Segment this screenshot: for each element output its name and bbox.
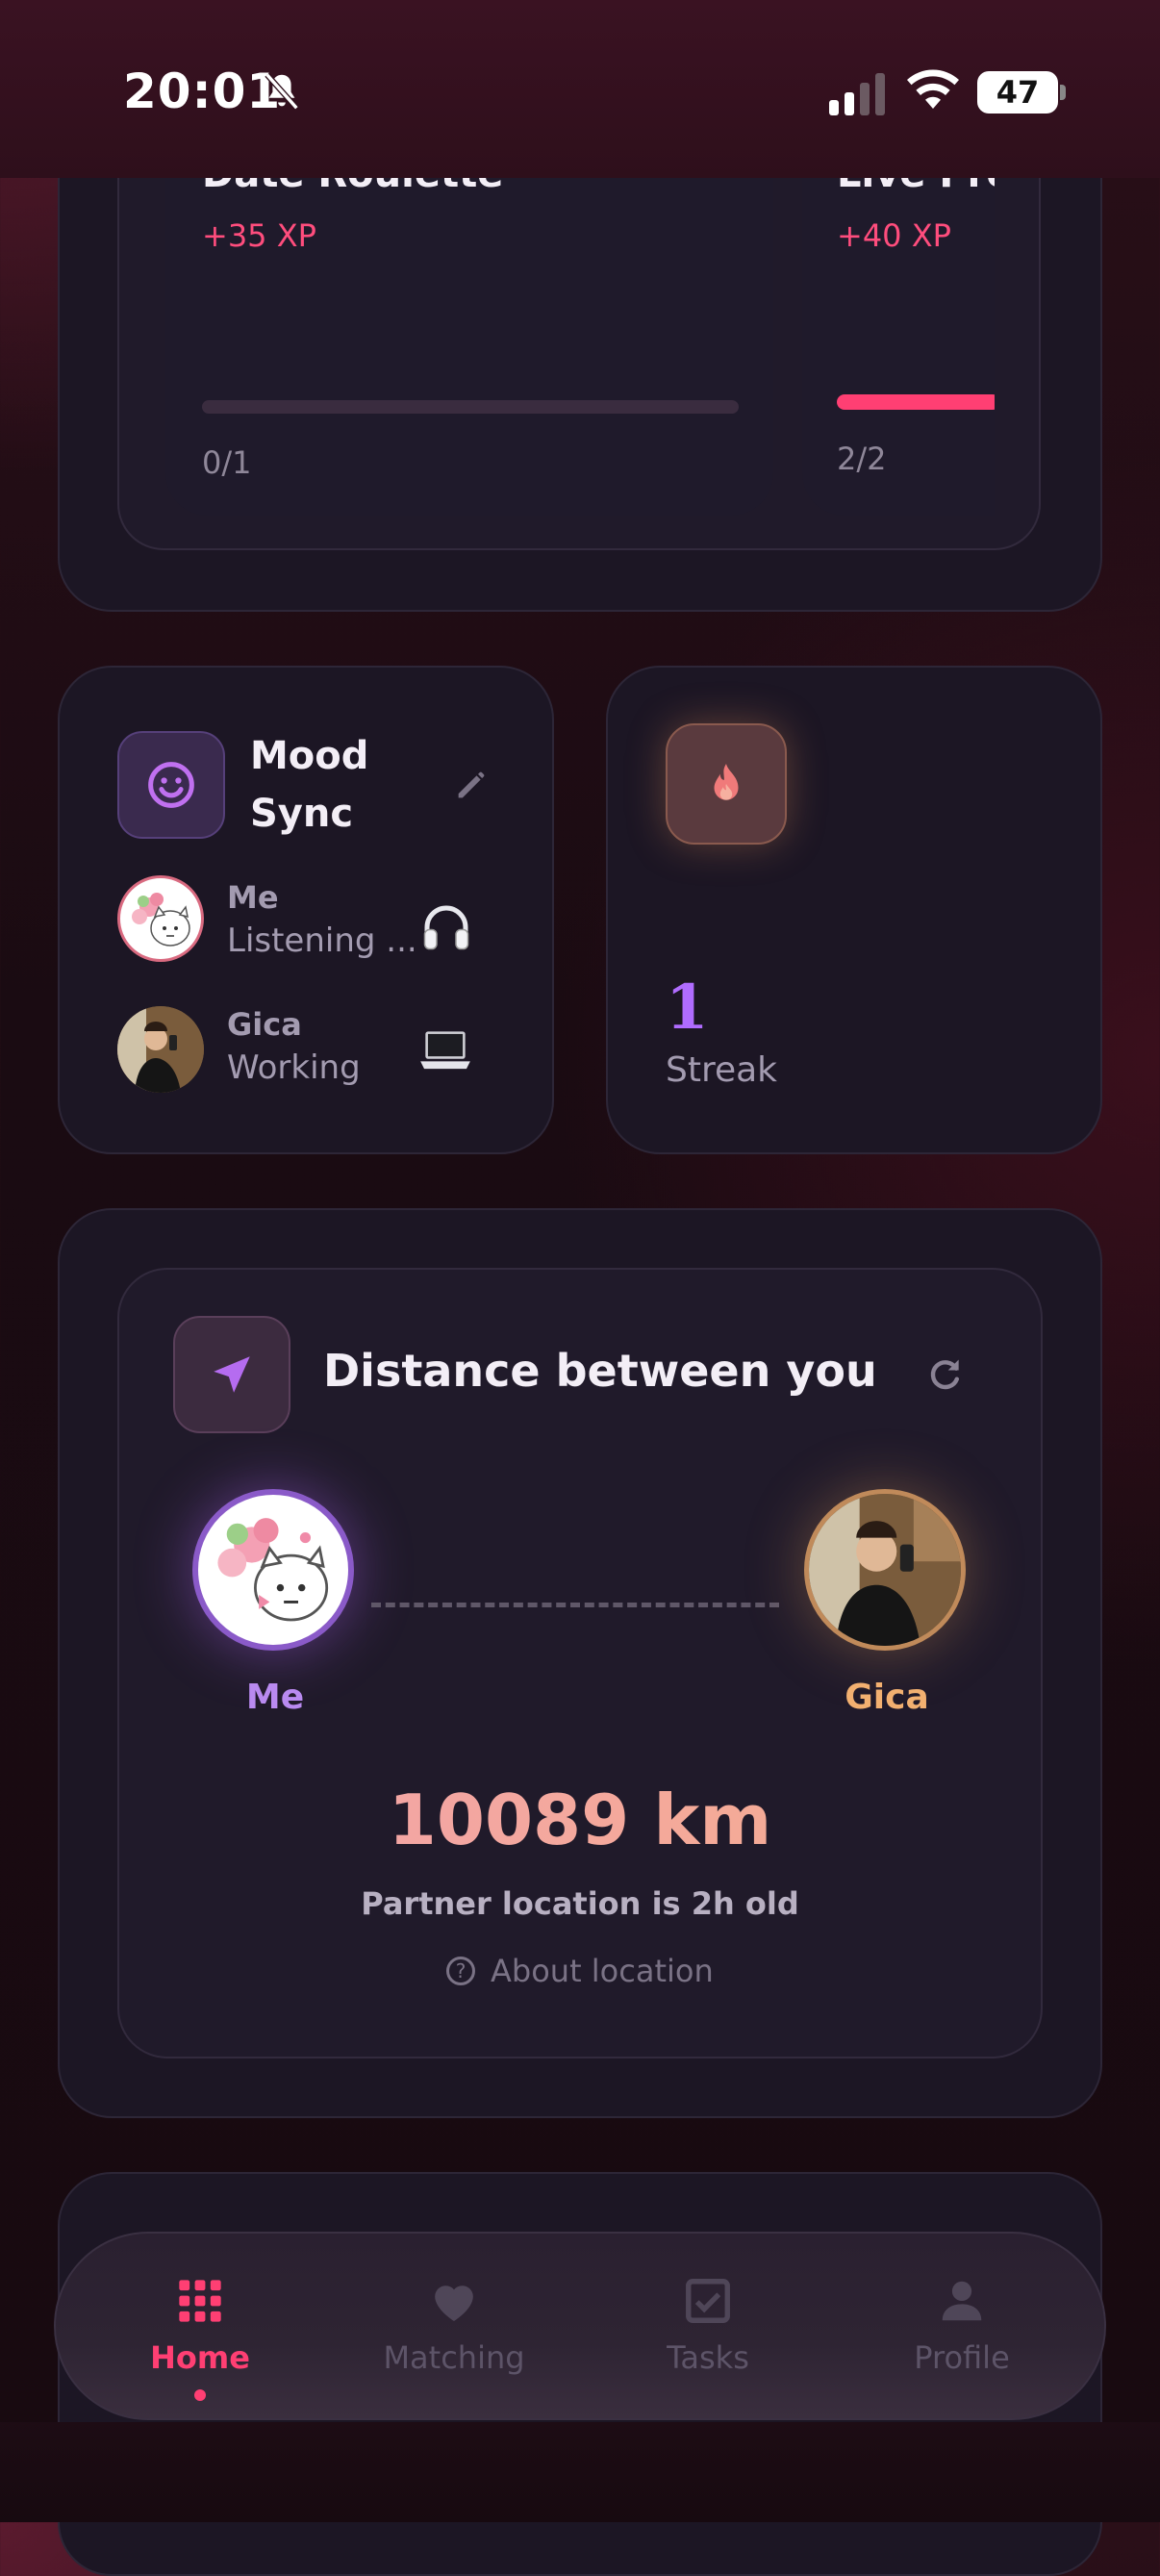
tab-label: Home xyxy=(150,2339,250,2376)
tab-label: Profile xyxy=(914,2339,1010,2376)
partner-photo-image xyxy=(809,1494,961,1646)
cellular-signal-icon xyxy=(829,73,885,115)
distance-label-me: Me xyxy=(245,1678,305,1717)
avatar-partner xyxy=(117,1006,204,1093)
challenge-count: 0/1 xyxy=(202,444,252,481)
status-bar: 20:01 47 xyxy=(0,0,1160,178)
checkbox-icon xyxy=(681,2274,735,2328)
headphones-icon xyxy=(423,905,469,950)
pencil-icon[interactable] xyxy=(452,766,491,804)
distance-label-partner: Gica xyxy=(845,1678,929,1717)
flame-icon xyxy=(666,723,787,845)
mood-title-line2: Sync xyxy=(250,792,354,836)
challenge-xp: +35 XP xyxy=(202,217,316,254)
bell-muted-icon xyxy=(265,72,299,111)
mood-title-line1: Mood xyxy=(250,734,369,778)
battery-indicator: 47 xyxy=(977,71,1058,114)
location-arrow-icon xyxy=(173,1316,290,1433)
location-age-text: Partner location is 2h old xyxy=(361,1885,799,1922)
avatar-me xyxy=(117,875,204,962)
challenge-progress-fill xyxy=(837,394,995,410)
partner-photo-image xyxy=(117,1006,204,1093)
streak-count: 1 xyxy=(666,972,709,1044)
challenge-xp: +40 XP xyxy=(837,217,951,254)
tab-matching[interactable]: Matching xyxy=(358,2234,550,2422)
challenge-progress-track xyxy=(202,400,739,414)
tab-home[interactable]: Home xyxy=(104,2234,296,2422)
tab-bar: Home Matching Tasks Profile xyxy=(54,2232,1106,2420)
bottom-area xyxy=(0,2422,1160,2522)
refresh-icon[interactable] xyxy=(923,1354,966,1397)
laptop-icon xyxy=(420,1031,470,1070)
wifi-icon xyxy=(907,69,959,109)
mood-sync-title: Mood Sync xyxy=(250,727,368,843)
grid-icon xyxy=(173,2274,227,2328)
mood-entry-status: Listening ... xyxy=(227,922,417,960)
mood-entry-name: Me xyxy=(227,879,279,916)
question-circle-icon: ? xyxy=(446,1957,475,1985)
about-location-label: About location xyxy=(491,1953,714,1989)
challenge-count: 2/2 xyxy=(837,441,887,477)
distance-value: 10089 km xyxy=(0,1780,1160,1860)
streak-label: Streak xyxy=(666,1050,778,1090)
tab-label: Matching xyxy=(383,2339,525,2376)
battery-tip xyxy=(1060,85,1066,100)
cat-bouquet-avatar-image xyxy=(132,893,190,947)
active-tab-indicator xyxy=(194,2389,206,2401)
smiley-icon xyxy=(117,731,225,839)
about-location-link[interactable]: ? About location xyxy=(446,1953,714,1989)
cat-bouquet-avatar-image xyxy=(217,1518,329,1622)
mood-entry-name: Gica xyxy=(227,1006,302,1043)
tab-tasks[interactable]: Tasks xyxy=(612,2234,804,2422)
tab-profile[interactable]: Profile xyxy=(866,2234,1058,2422)
tab-label: Tasks xyxy=(667,2339,749,2376)
status-time: 20:01 xyxy=(123,63,282,119)
distance-avatar-partner xyxy=(804,1489,966,1651)
person-icon xyxy=(935,2274,989,2328)
distance-avatar-me xyxy=(192,1489,354,1651)
heart-icon xyxy=(427,2274,481,2328)
mood-entry-status: Working xyxy=(227,1048,361,1087)
distance-connector-line xyxy=(371,1603,779,1607)
distance-title: Distance between you xyxy=(323,1345,877,1397)
